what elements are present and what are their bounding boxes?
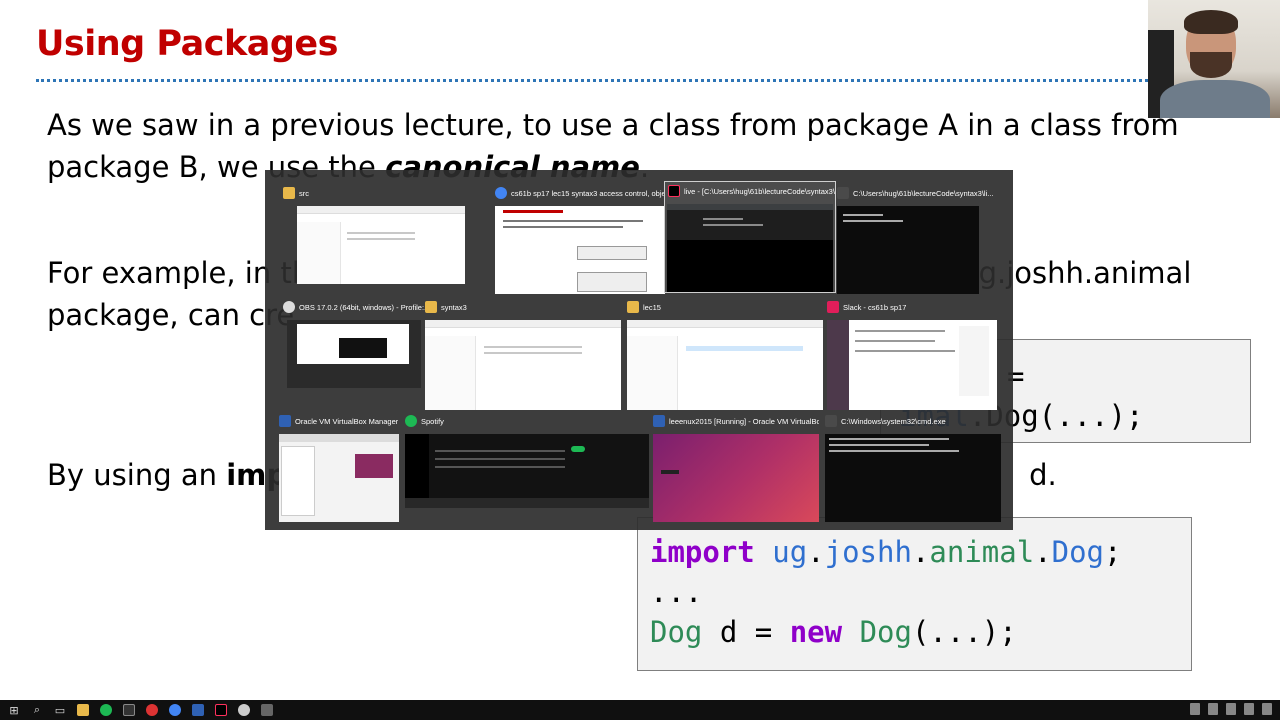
tray-icon[interactable] [1190,703,1200,715]
switcher-tile-explorer-src[interactable]: src [283,184,465,292]
folder-icon [283,187,295,199]
task-switcher: src cs61b sp17 lec15 syntax3 access cont… [265,170,1013,530]
webcam-overlay [1148,0,1280,118]
virtualbox-icon [279,415,291,427]
code-class: Dog [859,615,912,649]
intellij-icon[interactable] [213,702,229,718]
code-token: ... [650,575,703,609]
notification-icon[interactable] [1262,703,1272,715]
window-title: live - [C:\Users\hug\61b\lectureCode\syn… [684,186,835,196]
tray-icon[interactable] [1208,703,1218,715]
window-title: C:\Users\hug\61b\lectureCode\syntax3\li.… [853,188,994,198]
window-title: Spotify [421,416,444,426]
switcher-tile-virtualbox-vm[interactable]: leeenux2015 [Running] - Oracle VM Virtua… [653,412,819,522]
file-explorer-icon[interactable] [75,702,91,718]
code-package: animal [929,535,1035,569]
windows-start-icon[interactable]: ⊞ [6,702,22,718]
code-keyword: new [789,615,843,649]
folder-icon [627,301,639,313]
system-tray [1190,703,1272,715]
code-token: (...); [911,615,1017,649]
tray-icon[interactable] [1244,703,1254,715]
code-class: Dog [650,615,703,649]
folder-icon [425,301,437,313]
window-title: C:\Windows\system32\cmd.exe [841,416,946,426]
switcher-tile-explorer-syntax3[interactable]: syntax3 [425,298,621,410]
code-line: Dog d = new Dog(...); [650,615,1017,649]
switcher-tile-spotify[interactable]: Spotify [405,412,649,516]
terminal-icon [837,187,849,199]
window-title: OBS 17.0.2 (64bit, windows) - Profile:..… [299,302,431,312]
switcher-tile-explorer-lec15[interactable]: lec15 [627,298,823,410]
chrome-icon[interactable] [167,702,183,718]
code-package: joshh [824,535,912,569]
code-block-import: import ug.joshh.animal.Dog;... Dog d = ne… [637,517,1192,671]
slide-title: Using Packages [36,24,339,64]
intellij-icon [668,185,680,197]
window-title: syntax3 [441,302,467,312]
search-icon[interactable]: ⌕ [29,702,45,718]
obs-studio-icon[interactable] [259,702,275,718]
spotify-icon [405,415,417,427]
chrome-icon [495,187,507,199]
switcher-tile-chrome[interactable]: cs61b sp17 lec15 syntax3 access control,… [495,184,665,294]
slack-icon [827,301,839,313]
virtualbox-icon[interactable] [190,702,206,718]
switcher-tile-virtualbox-manager[interactable]: Oracle VM VirtualBox Manager [279,412,401,522]
switcher-tile-cmd[interactable]: C:\Windows\system32\cmd.exe [825,412,1001,522]
window-title: Oracle VM VirtualBox Manager [295,416,399,426]
text-run: By using an [47,458,227,492]
title-divider [36,79,1148,82]
taskbar: ⊞ ⌕ ▭ [0,700,1280,720]
code-class: Dog [1051,535,1105,569]
switcher-tile-slack[interactable]: Slack - cs61b sp17 [827,298,997,410]
code-keyword: import [650,535,755,569]
window-title: lec15 [643,302,661,312]
paragraph-line: As we saw in a previous lecture, to use … [47,108,1179,142]
switcher-tile-terminal-live[interactable]: C:\Users\hug\61b\lectureCode\syntax3\li.… [837,184,1007,294]
switcher-tile-obs[interactable]: OBS 17.0.2 (64bit, windows) - Profile:..… [283,298,443,388]
switcher-tile-intellij[interactable]: live - [C:\Users\hug\61b\lectureCode\syn… [664,181,836,293]
obs-icon [283,301,295,313]
virtualbox-icon [653,415,665,427]
tray-icon[interactable] [1226,703,1236,715]
window-title: src [299,188,309,198]
window-title: Slack - cs61b sp17 [843,302,907,312]
task-view-icon[interactable]: ▭ [52,702,68,718]
code-line: ... [650,572,1191,612]
code-token: d [719,615,738,649]
window-title: cs61b sp17 lec15 syntax3 access control,… [511,188,665,198]
window-title: leeenux2015 [Running] - Oracle VM Virtua… [669,416,819,426]
terminal-icon [825,415,837,427]
terminal-icon[interactable] [121,702,137,718]
obs-icon[interactable] [236,702,252,718]
spotify-icon[interactable] [98,702,114,718]
text-run: d. [1029,458,1057,492]
code-package: ug [772,535,808,569]
code-line: import ug.joshh.animal.Dog; [650,535,1122,569]
snipping-icon[interactable] [144,702,160,718]
